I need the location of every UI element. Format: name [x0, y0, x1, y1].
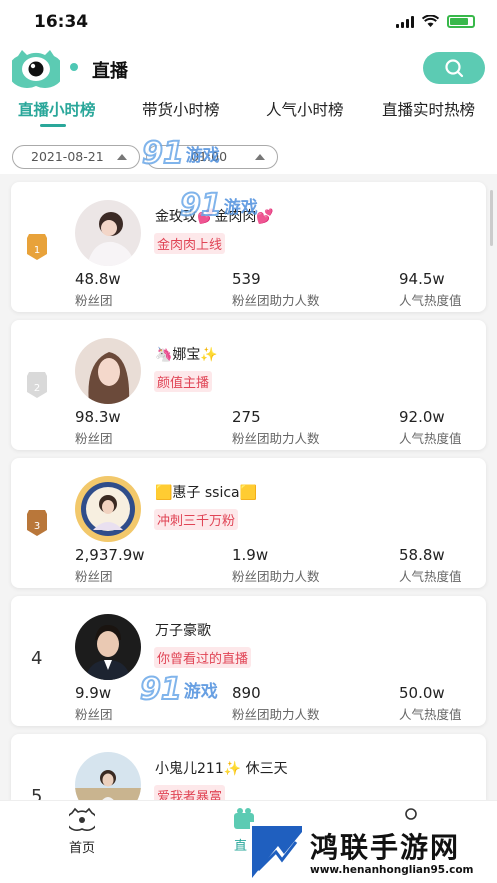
- heat-label: 人气热度值: [399, 569, 462, 584]
- ranking-card-3[interactable]: 3 🟨惠子 ssica🟨 冲刺三千万粉 2,937.9w 1.9w 58.8w …: [11, 458, 486, 588]
- date-value: 2021-08-21: [31, 149, 104, 164]
- streamer-tag: 爱我者暴富: [154, 785, 226, 800]
- fans-value: 48.8w: [75, 270, 121, 288]
- heat-label: 人气热度值: [399, 293, 462, 308]
- streamer-name: 小鬼儿211✨ 休三天: [155, 761, 288, 777]
- nav-home[interactable]: 首页: [62, 807, 102, 856]
- ranking-card-4[interactable]: 4 万子豪歌 你曾看过的直播 9.9w 890 50.0w 粉丝团 粉丝团助力人…: [11, 596, 486, 726]
- streamer-tag: 颜值主播: [154, 371, 213, 392]
- search-button[interactable]: [423, 52, 485, 84]
- nav-home-label: 首页: [68, 841, 95, 856]
- streamer-name: 🟨惠子 ssica🟨: [155, 485, 258, 501]
- avatar[interactable]: [75, 752, 141, 800]
- avatar[interactable]: [75, 476, 141, 542]
- time-value: 01:00: [191, 149, 228, 164]
- bronze-medal-icon: 3: [27, 510, 47, 536]
- rank-number: 5: [31, 786, 43, 800]
- date-select[interactable]: 2021-08-21: [12, 145, 140, 169]
- helpers-value: 890: [232, 684, 261, 702]
- battery-icon: [447, 15, 475, 28]
- corner-watermark: 鸿联手游网 www.henanhonglian95.com: [250, 822, 497, 883]
- status-time: 16:34: [34, 12, 89, 32]
- filters-bar: 2021-08-21 01:00: [0, 134, 497, 174]
- tab-live-realtime[interactable]: 直播实时热榜: [382, 98, 475, 120]
- caret-up-icon: [255, 154, 265, 160]
- medal-rank-text: 2: [34, 383, 40, 394]
- fans-label: 粉丝团: [75, 707, 113, 722]
- scrollbar[interactable]: [490, 190, 493, 246]
- rank-number: 4: [31, 648, 43, 669]
- helpers-value: 1.9w: [232, 546, 269, 564]
- helpers-label: 粉丝团助力人数: [232, 569, 320, 584]
- tab-sales-hourly[interactable]: 带货小时榜: [142, 98, 220, 120]
- home-icon: [66, 807, 98, 831]
- active-tab-indicator: [40, 124, 66, 127]
- fans-value: 2,937.9w: [75, 546, 145, 564]
- page-title: 直播: [92, 61, 128, 82]
- corner-logo-icon: [252, 826, 302, 878]
- ranking-card-1[interactable]: 1 金玫玫💕金肉肉💕 金肉肉上线 48.8w 539 94.5w 粉丝团 粉丝团…: [11, 182, 486, 312]
- nav-live-label[interactable]: 直: [234, 835, 247, 854]
- search-icon: [445, 59, 464, 78]
- helpers-value: 275: [232, 408, 261, 426]
- silver-medal-icon: 2: [27, 372, 47, 398]
- heat-value: 92.0w: [399, 408, 445, 426]
- caret-up-icon: [117, 154, 127, 160]
- gold-medal-icon: 1: [27, 234, 47, 260]
- streamer-name: 万子豪歌: [155, 623, 211, 639]
- avatar[interactable]: [75, 614, 141, 680]
- heat-value: 58.8w: [399, 546, 445, 564]
- streamer-tag: 冲刺三千万粉: [154, 509, 239, 530]
- fans-value: 98.3w: [75, 408, 121, 426]
- fans-label: 粉丝团: [75, 431, 113, 446]
- tab-popularity-hourly[interactable]: 人气小时榜: [266, 98, 344, 120]
- fans-value: 9.9w: [75, 684, 112, 702]
- helpers-label: 粉丝团助力人数: [232, 431, 320, 446]
- ranking-card-5[interactable]: 5 小鬼儿211✨ 休三天 爱我者暴富: [11, 734, 486, 800]
- heat-label: 人气热度值: [399, 707, 462, 722]
- fans-label: 粉丝团: [75, 569, 113, 584]
- heat-value: 94.5w: [399, 270, 445, 288]
- medal-rank-text: 1: [34, 245, 40, 256]
- time-select[interactable]: 01:00: [146, 145, 278, 169]
- helpers-label: 粉丝团助力人数: [232, 707, 320, 722]
- wifi-icon: [422, 15, 439, 27]
- ranking-tabs: 直播小时榜 带货小时榜 人气小时榜 直播实时热榜: [0, 94, 497, 134]
- status-bar: 16:34: [0, 0, 497, 46]
- tab-live-hourly[interactable]: 直播小时榜: [18, 98, 96, 120]
- app-logo-icon: [12, 50, 60, 88]
- fans-label: 粉丝团: [75, 293, 113, 308]
- heat-label: 人气热度值: [399, 431, 462, 446]
- streamer-tag: 你曾看过的直播: [154, 647, 252, 668]
- avatar[interactable]: [75, 338, 141, 404]
- streamer-name: 🦄娜宝✨: [155, 347, 218, 363]
- corner-title: 鸿联手游网: [310, 831, 461, 864]
- signal-icon: [396, 15, 414, 28]
- medal-rank-text: 3: [34, 521, 40, 532]
- app-header: 直播: [0, 46, 497, 94]
- heat-value: 50.0w: [399, 684, 445, 702]
- streamer-tag: 金肉肉上线: [154, 233, 226, 254]
- helpers-label: 粉丝团助力人数: [232, 293, 320, 308]
- avatar[interactable]: [75, 200, 141, 266]
- header-dot: [70, 63, 78, 71]
- corner-url: www.henanhonglian95.com: [310, 864, 474, 876]
- status-icons: [396, 15, 475, 28]
- ranking-card-2[interactable]: 2 🦄娜宝✨ 颜值主播 98.3w 275 92.0w 粉丝团 粉丝团助力人数 …: [11, 320, 486, 450]
- streamer-name: 金玫玫💕金肉肉💕: [155, 209, 274, 225]
- helpers-value: 539: [232, 270, 261, 288]
